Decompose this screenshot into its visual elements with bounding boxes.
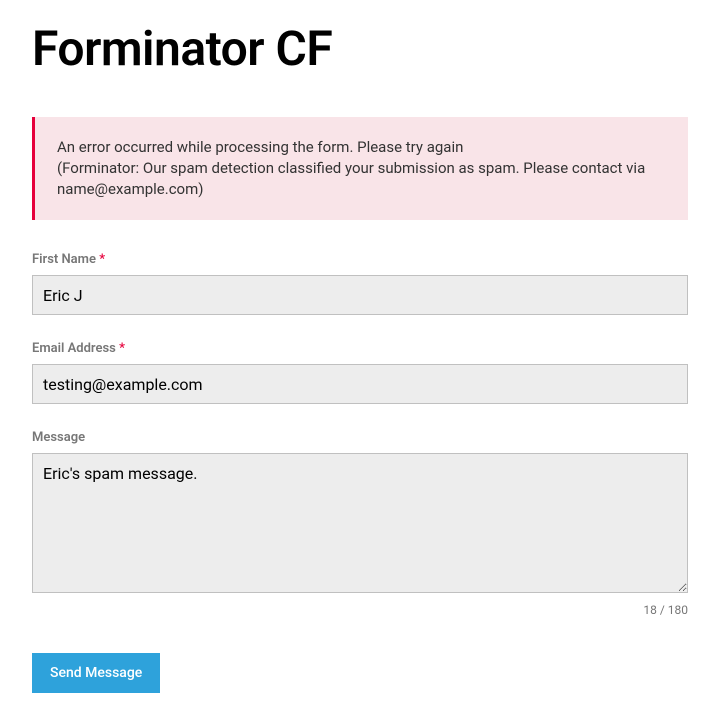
- error-line-1: An error occurred while processing the f…: [57, 137, 666, 158]
- char-counter: 18 / 180: [32, 603, 688, 617]
- first-name-label-text: First Name: [32, 252, 96, 267]
- required-asterisk-icon: *: [99, 252, 105, 267]
- required-asterisk-icon: *: [119, 341, 125, 356]
- send-message-button[interactable]: Send Message: [32, 653, 160, 693]
- email-label: Email Address *: [32, 341, 688, 356]
- message-label: Message: [32, 430, 688, 445]
- message-group: Message Eric's spam message. 18 / 180: [32, 430, 688, 617]
- message-label-text: Message: [32, 430, 85, 445]
- email-label-text: Email Address: [32, 341, 116, 356]
- page-title: Forminator CF: [32, 0, 688, 117]
- first-name-group: First Name *: [32, 252, 688, 315]
- first-name-input[interactable]: [32, 275, 688, 315]
- message-textarea[interactable]: Eric's spam message.: [32, 453, 688, 593]
- first-name-label: First Name *: [32, 252, 688, 267]
- error-line-2: (Forminator: Our spam detection classifi…: [57, 158, 666, 200]
- email-group: Email Address *: [32, 341, 688, 404]
- email-input[interactable]: [32, 364, 688, 404]
- error-banner: An error occurred while processing the f…: [32, 117, 688, 220]
